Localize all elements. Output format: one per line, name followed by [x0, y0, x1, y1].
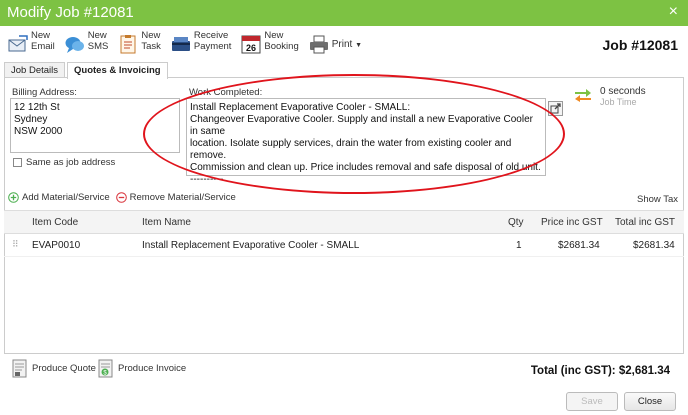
header-item-code[interactable]: Item Code [32, 217, 78, 228]
invoice-document-icon: $ [98, 359, 113, 378]
new-booking-label: New Booking [264, 30, 299, 52]
tab-quotes-invoicing[interactable]: Quotes & Invoicing [67, 62, 168, 79]
email-icon [8, 35, 28, 52]
svg-text:26: 26 [246, 43, 256, 53]
table-header: Item Code Item Name Qty Price inc GST To… [4, 210, 684, 234]
task-icon [120, 35, 136, 54]
receive-payment-button[interactable]: Receive Payment [171, 30, 232, 54]
tab-bar: Job Details Quotes & Invoicing [4, 62, 170, 79]
toolbar: New Email New SMS New Task Receive Payment [8, 30, 362, 58]
billing-address-field[interactable]: 12 12th St Sydney NSW 2000 [10, 98, 180, 153]
new-task-button[interactable]: New Task [118, 30, 161, 54]
produce-invoice-button[interactable]: $ Produce Invoice [98, 359, 186, 378]
table-row[interactable]: ⠿ EVAP0010 Install Replacement Evaporati… [4, 234, 684, 257]
tab-job-details[interactable]: Job Details [4, 62, 65, 78]
add-material-button[interactable]: Add Material/Service [8, 192, 110, 203]
header-item-name[interactable]: Item Name [142, 217, 191, 228]
show-tax-link[interactable]: Show Tax [637, 194, 678, 205]
remove-material-label: Remove Material/Service [129, 192, 236, 203]
plus-circle-icon [8, 192, 19, 203]
minus-circle-icon [115, 192, 127, 203]
add-material-label: Add Material/Service [22, 192, 110, 203]
window-title: Modify Job #12081 [7, 4, 134, 21]
quote-document-icon [12, 359, 27, 378]
close-icon[interactable]: × [669, 3, 678, 21]
receive-payment-label: Receive Payment [193, 30, 232, 52]
print-button[interactable]: Print ▼ [309, 30, 362, 54]
same-as-job-address-label: Same as job address [26, 157, 116, 168]
print-label: Print ▼ [331, 39, 363, 50]
header-total[interactable]: Total inc GST [615, 217, 675, 228]
row-price: $2681.34 [558, 240, 600, 251]
close-button[interactable]: Close [624, 392, 676, 411]
popout-button[interactable] [548, 101, 563, 116]
printer-icon [309, 35, 328, 54]
produce-quote-button[interactable]: Produce Quote [12, 359, 96, 378]
header-price[interactable]: Price inc GST [541, 217, 603, 228]
job-time-value: 0 seconds [600, 86, 646, 97]
remove-material-button[interactable]: Remove Material/Service [115, 192, 236, 203]
produce-quote-label: Produce Quote [32, 363, 96, 374]
drag-handle-icon[interactable]: ⠿ [12, 239, 19, 250]
new-sms-button[interactable]: New SMS [65, 30, 109, 54]
save-button[interactable]: Save [566, 392, 618, 411]
row-total: $2681.34 [633, 240, 675, 251]
sms-icon [65, 37, 84, 53]
materials-toolbar: Add Material/Service Remove Material/Ser… [8, 192, 236, 203]
chevron-down-icon: ▼ [355, 42, 363, 49]
title-bar: Modify Job #12081 × [0, 0, 688, 26]
work-completed-label: Work Completed: [189, 87, 263, 98]
total-inc-gst: Total (inc GST): $2,681.34 [530, 365, 670, 377]
external-link-icon [550, 103, 561, 114]
payment-icon [171, 37, 190, 51]
new-email-button[interactable]: New Email [8, 30, 55, 54]
job-time-label: Job Time [600, 97, 637, 107]
row-item-code: EVAP0010 [32, 240, 81, 251]
new-sms-label: New SMS [87, 30, 109, 52]
new-email-label: New Email [31, 30, 55, 52]
new-task-label: New Task [141, 30, 161, 52]
calendar-icon: 26 [241, 35, 261, 54]
same-as-job-address-checkbox[interactable] [13, 158, 22, 167]
job-number: Job #12081 [602, 37, 679, 53]
sync-arrows-icon[interactable] [574, 88, 592, 102]
row-item-name: Install Replacement Evaporative Cooler -… [142, 240, 360, 251]
items-table: Item Code Item Name Qty Price inc GST To… [4, 210, 684, 257]
work-completed-field[interactable]: Install Replacement Evaporative Cooler -… [186, 98, 546, 185]
billing-address-label: Billing Address: [12, 87, 77, 98]
produce-invoice-label: Produce Invoice [118, 363, 187, 374]
header-qty[interactable]: Qty [508, 217, 524, 228]
row-qty: 1 [516, 240, 522, 251]
new-booking-button[interactable]: 26 New Booking [241, 30, 299, 54]
